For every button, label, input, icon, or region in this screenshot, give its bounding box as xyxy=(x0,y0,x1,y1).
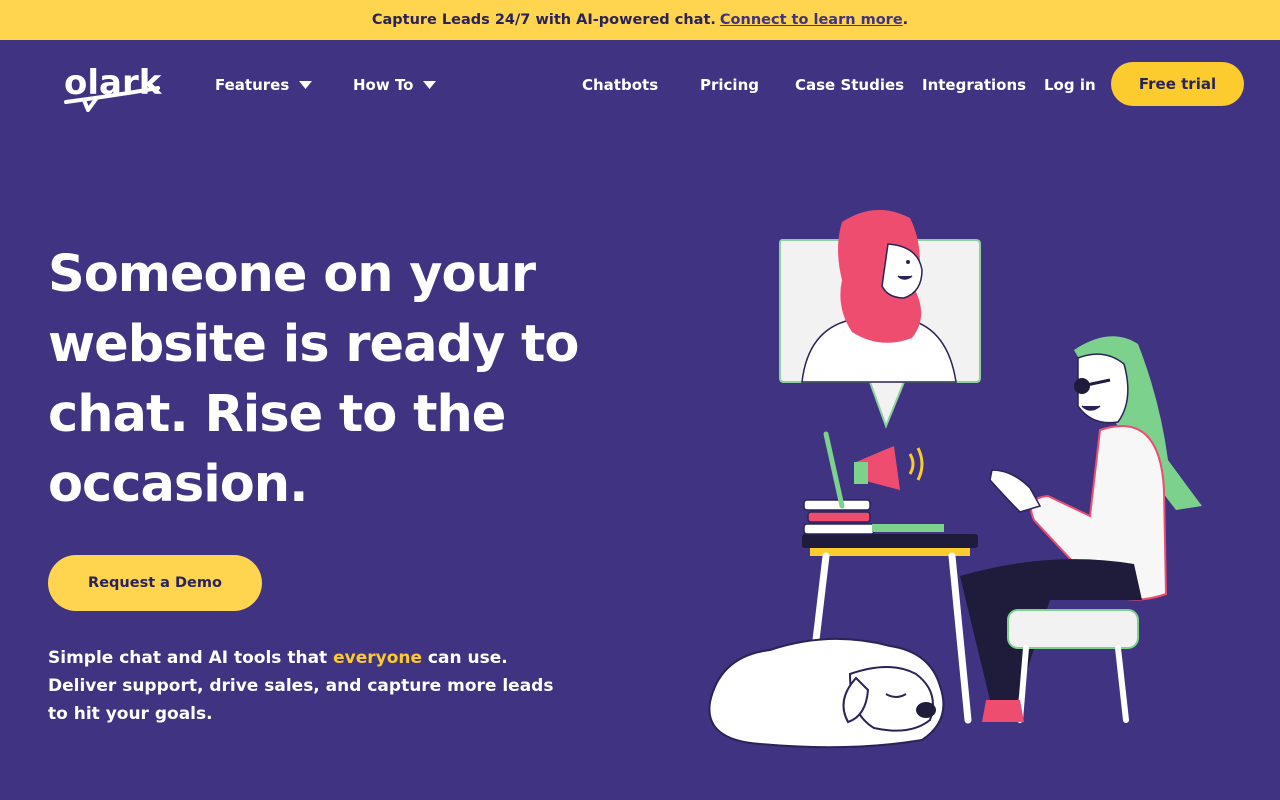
nav-case-studies[interactable]: Case Studies xyxy=(795,75,904,95)
hero-subtitle-start: Simple chat and AI tools that xyxy=(48,648,334,668)
nav-features-label: Features xyxy=(215,76,290,94)
nav-pricing[interactable]: Pricing xyxy=(700,75,759,95)
nav-log-in[interactable]: Log in xyxy=(1044,75,1096,95)
hero-illustration xyxy=(708,209,1202,749)
dog-illustration xyxy=(708,637,945,749)
announcement-suffix: . xyxy=(902,12,909,28)
hero-subtitle-highlight: everyone xyxy=(333,648,423,668)
chevron-down-icon xyxy=(299,80,313,89)
announcement-text: Capture Leads 24/7 with AI-powered chat. xyxy=(371,12,716,28)
olark-logo[interactable]: olark xyxy=(62,58,166,112)
person-illustration xyxy=(960,336,1202,723)
nav-integrations[interactable]: Integrations xyxy=(922,75,1026,95)
site-header: olark Features How To Chatbots Pricing C… xyxy=(0,40,1280,128)
hero-subtitle: Simple chat and AI tools that everyone c… xyxy=(48,644,568,728)
chevron-down-icon xyxy=(423,80,437,89)
nav-how-to[interactable]: How To xyxy=(353,75,437,95)
request-demo-button[interactable]: Request a Demo xyxy=(48,555,262,611)
nav-chatbots[interactable]: Chatbots xyxy=(582,75,658,95)
announcement-link[interactable]: Connect to learn more xyxy=(720,12,903,28)
nav-features[interactable]: Features xyxy=(215,75,313,95)
nav-how-to-label: How To xyxy=(353,76,414,94)
chat-bubble-illustration xyxy=(779,209,981,429)
announcement-bar: Capture Leads 24/7 with AI-powered chat.… xyxy=(0,0,1280,40)
free-trial-button[interactable]: Free trial xyxy=(1111,62,1244,106)
hero-title: Someone on your website is ready to chat… xyxy=(48,245,579,514)
